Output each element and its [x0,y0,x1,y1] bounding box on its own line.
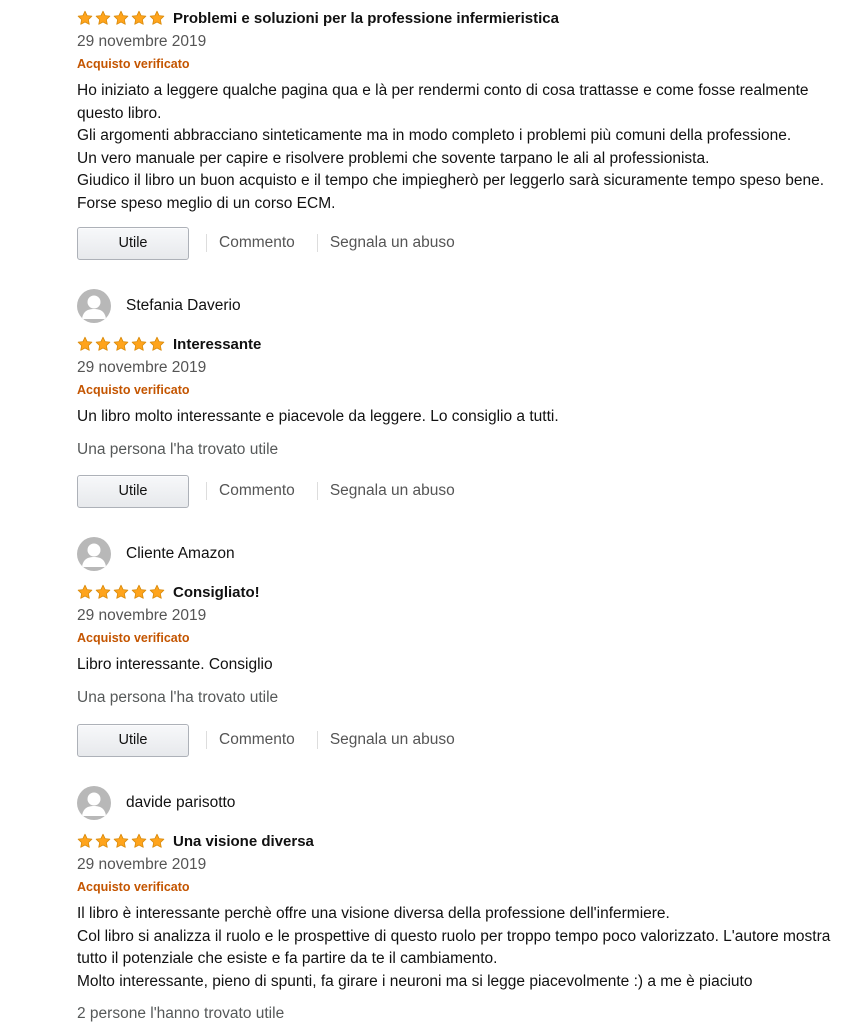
avatar-icon [77,289,111,323]
avatar-icon [77,786,111,820]
reviewer-name[interactable]: Cliente Amazon [126,545,235,563]
star-rating[interactable] [77,584,165,600]
report-abuse-link[interactable]: Segnala un abuso [330,482,455,500]
verified-purchase-badge: Acquisto verificato [77,631,190,645]
star-icon [113,336,129,351]
divider [206,731,207,749]
review-title-row: Problemi e soluzioni per la professione … [77,7,852,29]
star-icon [131,10,147,25]
star-icon [149,336,165,351]
helpful-button[interactable]: Utile [77,474,189,508]
star-icon [95,833,111,848]
review-3: Cliente Amazon Consigliato! 29 novembre … [77,537,852,707]
review-body: Libro interessante. Consiglio [77,654,852,677]
review-title-row: Consigliato! [77,581,852,603]
divider [316,234,318,252]
review-4: davide parisotto Una visione diversa 29 … [77,786,852,1023]
review-body: Ho iniziato a leggere qualche pagina qua… [77,80,852,215]
review-title-row: Una visione diversa [77,830,852,852]
helpful-button[interactable]: Utile [77,226,189,260]
star-rating[interactable] [77,833,165,849]
helpful-count-text: Una persona l'ha trovato utile [77,440,279,458]
review-paragraph: Il libro è interessante perchè offre una… [77,905,670,922]
review-paragraph: Libro interessante. Consiglio [77,656,273,673]
review-paragraph: Gli argomenti abbracciano sinteticamente… [77,127,792,144]
review-paragraph: Un libro molto interessante e piacevole … [77,408,559,425]
review-1: Problemi e soluzioni per la professione … [77,7,852,215]
star-icon [131,584,147,599]
review-date: 29 novembre 2019 [77,33,207,50]
star-icon [131,833,147,848]
report-abuse-link[interactable]: Segnala un abuso [330,731,455,749]
divider [206,234,207,252]
review-actions: Utile Commento Segnala un abuso [77,225,455,261]
verified-purchase-badge: Acquisto verificato [77,383,190,397]
reviewer-profile[interactable]: davide parisotto [77,786,852,820]
star-icon [95,10,111,25]
star-icon [149,833,165,848]
verified-purchase-badge: Acquisto verificato [77,57,190,71]
star-icon [77,584,93,599]
helpful-count-text: 2 persone l'hanno trovato utile [77,1005,285,1022]
report-abuse-link[interactable]: Segnala un abuso [330,234,455,252]
comment-link[interactable]: Commento [219,234,295,252]
review-date: 29 novembre 2019 [77,359,207,376]
comment-link[interactable]: Commento [219,731,295,749]
review-date: 29 novembre 2019 [77,607,207,624]
review-date: 29 novembre 2019 [77,856,207,873]
avatar-icon [77,537,111,571]
divider [316,731,318,749]
review-body: Un libro molto interessante e piacevole … [77,406,852,429]
star-icon [131,336,147,351]
review-paragraph: Giudico il libro un buon acquisto e il t… [77,172,825,212]
star-icon [149,584,165,599]
star-icon [113,833,129,848]
review-title[interactable]: Consigliato! [173,584,260,601]
star-rating[interactable] [77,336,165,352]
reviewer-name[interactable]: davide parisotto [126,794,235,812]
review-actions: Utile Commento Segnala un abuso [77,473,455,509]
review-paragraph: Col libro si analizza il ruolo e le pros… [77,927,831,968]
verified-purchase-badge: Acquisto verificato [77,880,190,894]
helpful-button[interactable]: Utile [77,723,189,757]
review-paragraph: Un vero manuale per capire e risolvere p… [77,149,710,167]
star-rating[interactable] [77,10,165,26]
divider [316,482,318,500]
review-title-row: Interessante [77,333,852,355]
reviewer-name[interactable]: Stefania Daverio [126,297,241,315]
review-title[interactable]: Interessante [173,336,261,353]
star-icon [77,833,93,848]
review-body: Il libro è interessante perchè offre una… [77,903,852,993]
review-title[interactable]: Una visione diversa [173,833,314,850]
comment-link[interactable]: Commento [219,482,295,500]
star-icon [77,10,93,25]
helpful-count-text: Una persona l'ha trovato utile [77,688,279,706]
star-icon [95,336,111,351]
star-icon [77,336,93,351]
star-icon [113,10,129,25]
review-paragraph: Ho iniziato a leggere qualche pagina qua… [77,82,809,122]
reviewer-profile[interactable]: Stefania Daverio [77,289,852,323]
star-icon [113,584,129,599]
review-title[interactable]: Problemi e soluzioni per la professione … [173,10,559,27]
review-actions: Utile Commento Segnala un abuso [77,722,455,758]
reviewer-profile[interactable]: Cliente Amazon [77,537,852,571]
star-icon [95,584,111,599]
review-paragraph: Molto interessante, pieno di spunti, fa … [77,972,753,990]
star-icon [149,10,165,25]
divider [206,482,207,500]
review-2: Stefania Daverio Interessante 29 novembr… [77,289,852,459]
